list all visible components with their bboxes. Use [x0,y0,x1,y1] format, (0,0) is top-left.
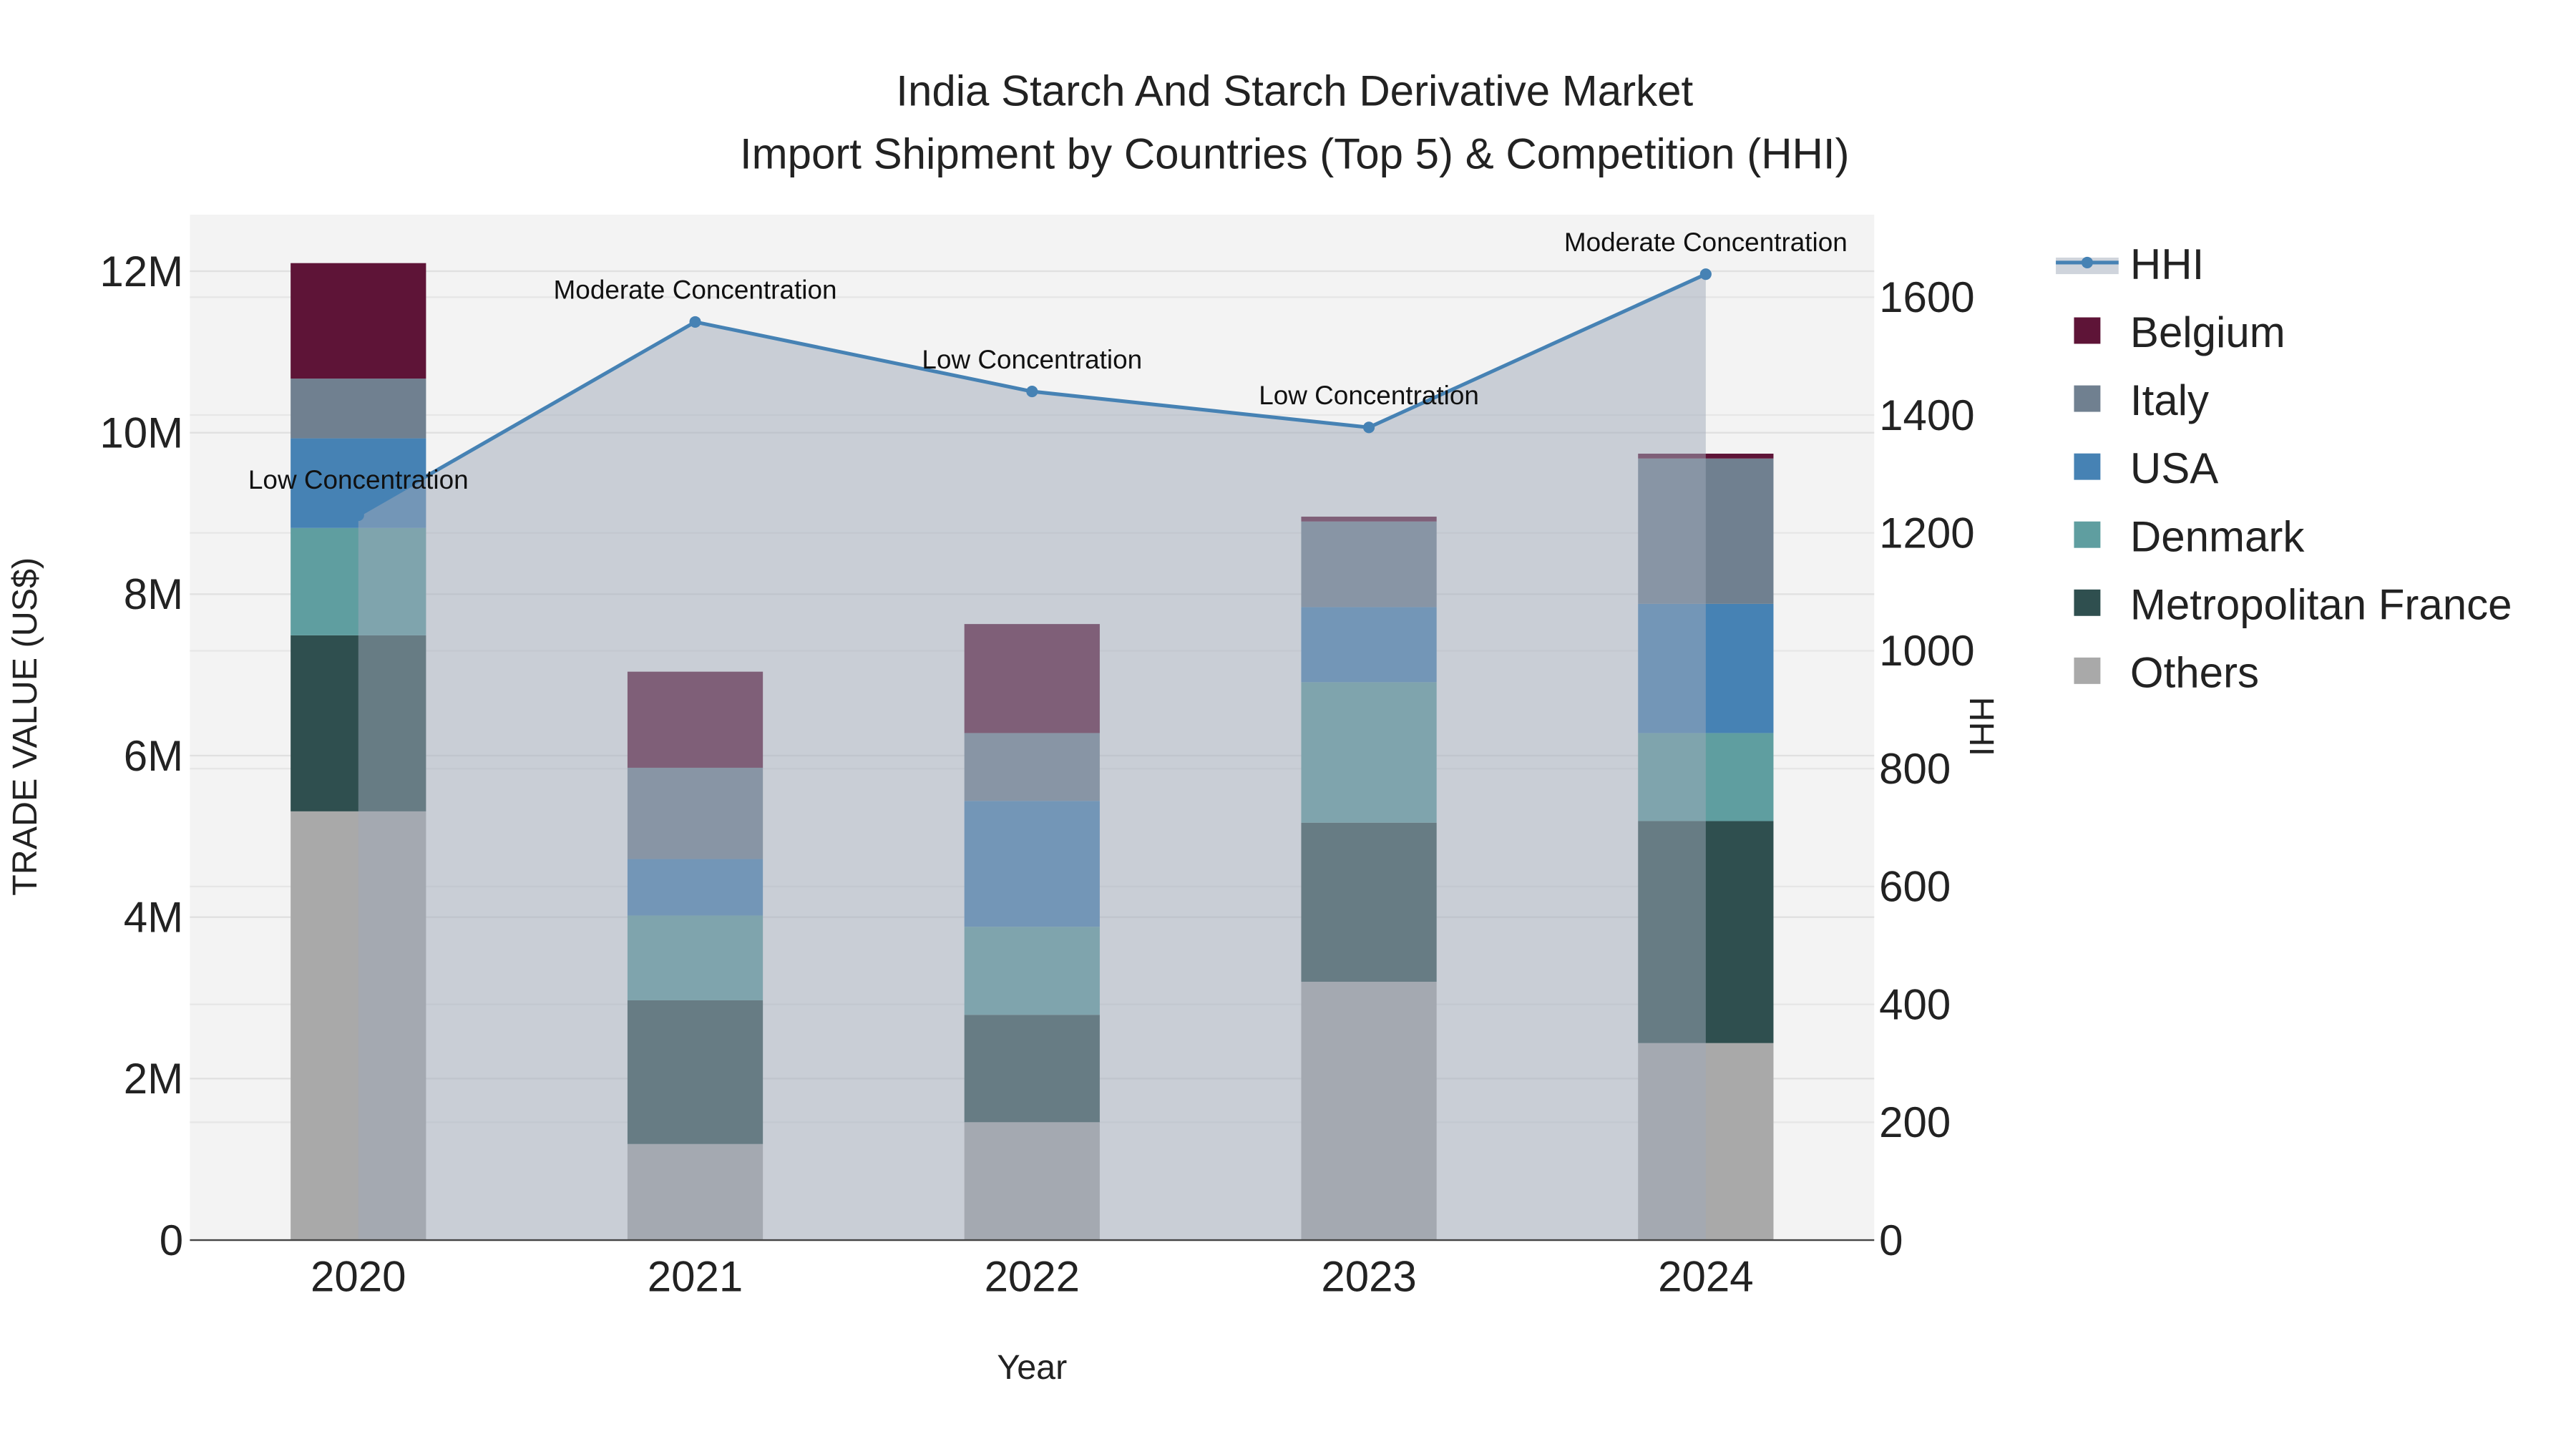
chart: Low Concentration Moderate Concentration L… [0,0,2576,1449]
hhi-label-2023: Low Concentration [1259,381,1479,410]
hhi-area [358,274,1706,1241]
y2-tick-label: 200 [1879,1098,1951,1146]
y2-tick-label: 1600 [1879,273,1974,321]
x-tick-label: 2021 [648,1253,743,1301]
legend-hhi-point-swatch [2081,256,2093,268]
y-axis-title: TRADE VALUE (US$) [6,557,44,896]
legend-swatch [2074,385,2101,412]
y-tick-label: 4M [124,893,183,941]
bar-italy-2020[interactable] [291,379,426,439]
hhi-point-2023[interactable] [1363,421,1375,434]
chart-title: India Starch And Starch Derivative Marke… [896,67,1693,115]
chart-subtitle: Import Shipment by Countries (Top 5) & C… [740,130,1850,177]
y-tick-label: 6M [124,732,183,780]
y2-tick-label: 1000 [1879,627,1974,675]
hhi-label-2024: Moderate Concentration [1564,228,1848,257]
y2-tick-label: 800 [1879,745,1951,793]
legend-swatch [2074,317,2101,344]
y-tick-label: 8M [124,570,183,618]
legend-label: Belgium [2130,308,2285,356]
legend-label: HHI [2130,240,2204,288]
x-tick-label: 2020 [311,1253,406,1301]
hhi-label-2021: Moderate Concentration [554,275,837,305]
legend-label: Denmark [2130,512,2305,560]
x-tick-label: 2023 [1321,1253,1416,1301]
x-axis-title: Year [997,1348,1067,1387]
legend-swatch [2074,521,2101,548]
y2-axis-title: HHI [1962,697,2001,756]
legend-label: Italy [2130,376,2209,424]
legend-swatch [2074,453,2101,480]
y2-tick-label: 1400 [1879,391,1974,439]
x-tick-label: 2022 [985,1253,1080,1301]
y2-tick-label: 0 [1879,1216,1903,1264]
y-tick-label: 2M [124,1055,183,1103]
legend-label: Others [2130,648,2259,696]
y-tick-label: 10M [99,409,183,457]
bar-belgium-2020[interactable] [291,263,426,379]
hhi-label-2020: Low Concentration [248,465,469,494]
hhi-point-2021[interactable] [689,316,701,328]
y2-tick-label: 600 [1879,863,1951,911]
hhi-point-2022[interactable] [1026,386,1038,398]
hhi-point-2020[interactable] [352,509,364,522]
legend-swatch [2074,589,2101,616]
x-tick-label: 2024 [1658,1253,1753,1301]
y2-tick-label: 400 [1879,980,1951,1028]
y-tick-label: 12M [99,248,183,296]
y-tick-label: 0 [160,1216,183,1264]
hhi-label-2022: Low Concentration [922,345,1142,374]
y2-tick-label: 1200 [1879,509,1974,557]
legend-label: Metropolitan France [2130,580,2512,628]
legend-item-metropolitan-france[interactable]: Metropolitan France [2074,580,2512,628]
hhi-point-2024[interactable] [1699,268,1712,280]
legend-label: USA [2130,444,2218,492]
legend-swatch [2074,657,2101,684]
